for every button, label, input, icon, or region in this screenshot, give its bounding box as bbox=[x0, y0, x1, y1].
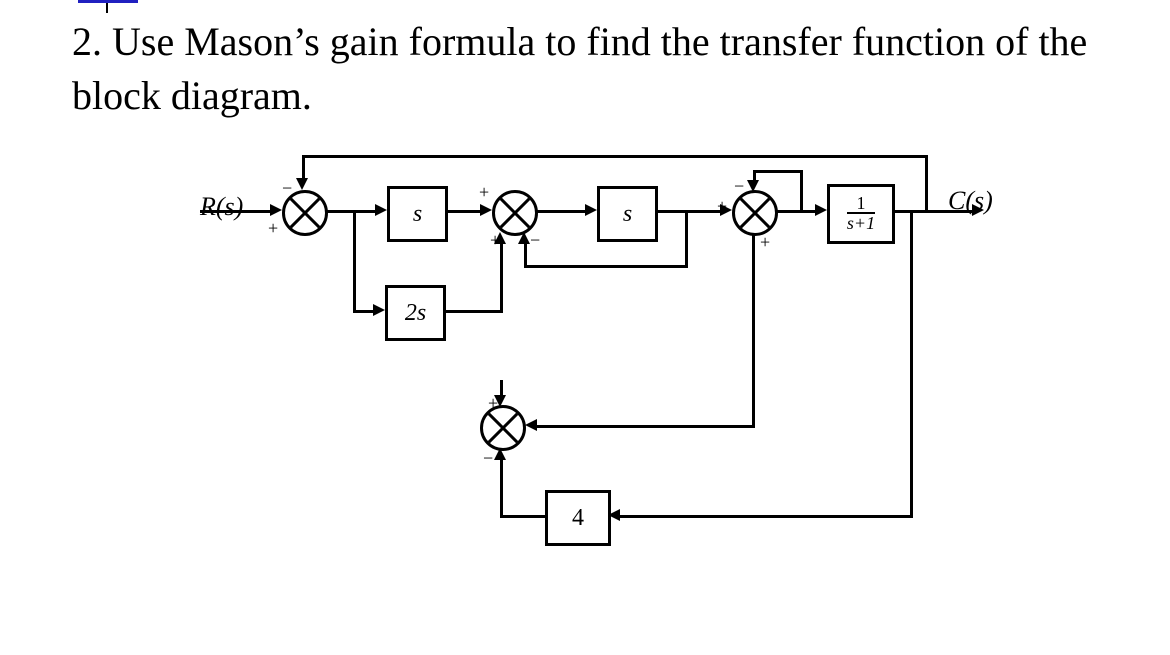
block-g3-den: s+1 bbox=[847, 212, 875, 234]
block-g1-label: s bbox=[413, 201, 422, 228]
summer-3-sign-b: + bbox=[760, 232, 770, 253]
block-h2-label: 4 bbox=[572, 505, 584, 532]
block-g3-num: 1 bbox=[847, 194, 875, 212]
block-h1-label: 2s bbox=[405, 300, 426, 327]
block-h2: 4 bbox=[545, 490, 611, 546]
question-text: 2. Use Mason’s gain formula to find the … bbox=[72, 15, 1170, 123]
block-diagram: R(s) C(s) − + s + + − s − + + 1 s+1 bbox=[190, 150, 990, 620]
block-h1: 2s bbox=[385, 285, 446, 341]
summer-3-sign-l: + bbox=[717, 196, 727, 217]
summer-3-sign-tl: − bbox=[734, 176, 744, 197]
block-g3: 1 s+1 bbox=[827, 184, 895, 244]
summer-4 bbox=[480, 405, 526, 451]
block-g2-label: s bbox=[623, 201, 632, 228]
page-marker bbox=[78, 0, 138, 3]
block-g2: s bbox=[597, 186, 658, 242]
summer-1-sign-top: − bbox=[282, 178, 292, 199]
block-g1: s bbox=[387, 186, 448, 242]
input-label: R(s) bbox=[200, 192, 243, 222]
summer-2-sign-tl: + bbox=[479, 182, 489, 203]
summer-1-sign-left: + bbox=[268, 218, 278, 239]
summer-4-sign-bl: − bbox=[483, 448, 493, 469]
summer-2-sign-br: − bbox=[530, 230, 540, 251]
